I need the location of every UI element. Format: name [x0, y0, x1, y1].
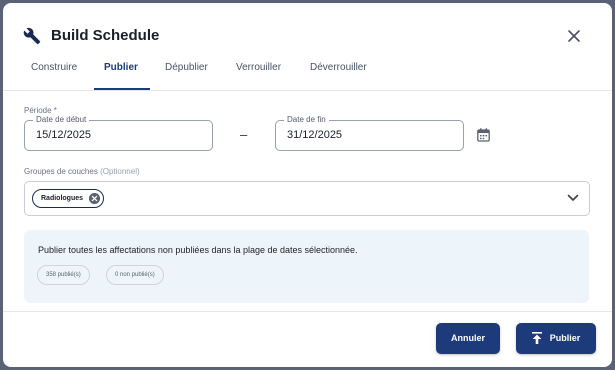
dialog-title: Build Schedule	[51, 27, 160, 44]
chevron-down-icon[interactable]	[567, 194, 579, 202]
layer-groups-select[interactable]: Radiologues	[24, 181, 590, 216]
end-date-legend: Date de fin	[284, 114, 329, 126]
end-date-field[interactable]: Date de fin 31/12/2025	[275, 114, 464, 151]
chip-label: Radiologues	[41, 195, 84, 202]
chip-remove-icon[interactable]	[89, 193, 101, 204]
cancel-button[interactable]: Annuler	[436, 323, 500, 354]
start-date-legend: Date de début	[33, 114, 90, 126]
publish-button-label: Publier	[549, 333, 581, 343]
tab-depublier[interactable]: Dépublier	[165, 59, 208, 90]
info-text: Publier toutes les affectations non publ…	[38, 245, 358, 255]
layer-groups-label: Groupes de couches (Optionnel)	[24, 167, 140, 176]
end-date-value[interactable]: 31/12/2025	[287, 129, 342, 141]
wrench-icon	[23, 27, 41, 45]
tab-publier[interactable]: Publier	[94, 59, 150, 90]
close-icon[interactable]	[567, 29, 581, 43]
build-schedule-dialog: Build Schedule Construire Publier Dépubl…	[3, 3, 612, 367]
tab-construire[interactable]: Construire	[31, 59, 77, 90]
dialog-header: Build Schedule Construire Publier Dépubl…	[3, 3, 612, 91]
published-count-badge: 358 publié(s)	[37, 265, 90, 285]
start-date-field[interactable]: Date de début 15/12/2025	[24, 114, 213, 151]
layer-groups-label-text: Groupes de couches	[24, 167, 98, 176]
footer-divider	[3, 311, 612, 312]
info-panel: Publier toutes les affectations non publ…	[24, 230, 589, 303]
header-divider	[3, 90, 612, 91]
tab-bar: Construire Publier Dépublier Verrouiller…	[3, 59, 612, 90]
tab-deverrouiller[interactable]: Déverrouiller	[310, 59, 367, 90]
upload-icon	[531, 331, 542, 344]
optional-hint: (Optionnel)	[100, 167, 140, 176]
start-date-value[interactable]: 15/12/2025	[36, 129, 91, 141]
chip-radiologues: Radiologues	[32, 189, 105, 208]
calendar-icon[interactable]	[477, 128, 490, 142]
tab-verrouiller[interactable]: Verrouiller	[236, 59, 281, 90]
publish-button[interactable]: Publier	[516, 323, 596, 354]
unpublished-count-badge: 0 non publié(s)	[106, 265, 164, 285]
date-range-separator: –	[240, 127, 248, 142]
